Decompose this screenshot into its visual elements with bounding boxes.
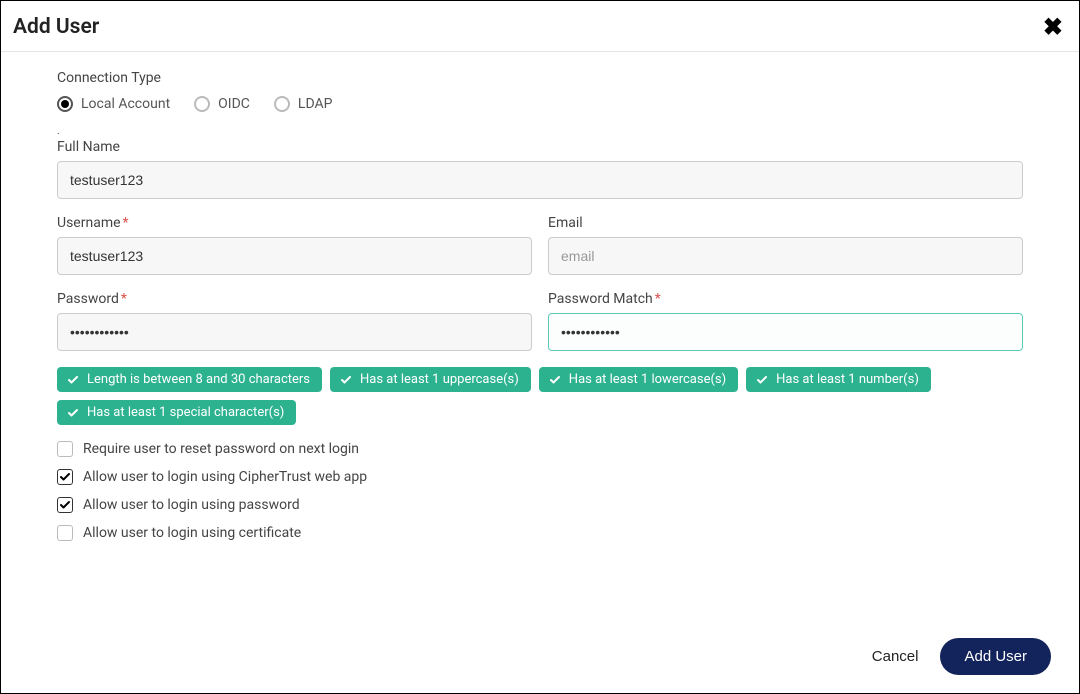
fullname-input[interactable] — [57, 161, 1023, 199]
password-match-group: Password Match* — [548, 291, 1023, 351]
fullname-group: Full Name — [57, 139, 1023, 199]
password-rule-chip: Has at least 1 special character(s) — [57, 400, 296, 425]
radio-icon — [274, 96, 290, 112]
email-input[interactable] — [548, 237, 1023, 275]
required-asterisk: * — [655, 291, 661, 307]
radio-local-account[interactable]: Local Account — [57, 96, 170, 112]
fullname-label: Full Name — [57, 139, 1023, 155]
username-input[interactable] — [57, 237, 532, 275]
check-icon — [67, 374, 79, 386]
connection-type-radios: Local Account OIDC LDAP — [57, 96, 1023, 112]
password-input[interactable] — [57, 313, 532, 351]
radio-oidc[interactable]: OIDC — [194, 96, 250, 112]
password-rule-chip: Has at least 1 number(s) — [746, 367, 931, 392]
add-user-button[interactable]: Add User — [940, 638, 1051, 675]
password-rule-chip: Length is between 8 and 30 characters — [57, 367, 322, 392]
password-match-label: Password Match* — [548, 291, 1023, 307]
password-group: Password* — [57, 291, 532, 351]
cancel-button[interactable]: Cancel — [872, 648, 919, 665]
password-match-input[interactable] — [548, 313, 1023, 351]
email-label: Email — [548, 215, 1023, 231]
radio-label: LDAP — [298, 96, 333, 112]
password-label: Password* — [57, 291, 532, 307]
required-asterisk: * — [121, 291, 127, 307]
close-icon[interactable]: ✖ — [1043, 13, 1063, 41]
username-group: Username* — [57, 215, 532, 275]
password-rules: Length is between 8 and 30 characters Ha… — [57, 367, 1023, 425]
radio-ldap[interactable]: LDAP — [274, 96, 333, 112]
radio-icon — [57, 96, 73, 112]
email-group: Email — [548, 215, 1023, 275]
checkbox-icon — [57, 469, 73, 485]
option-certificate-login[interactable]: Allow user to login using certificate — [57, 525, 1023, 541]
radio-icon — [194, 96, 210, 112]
check-icon — [340, 374, 352, 386]
option-password-login[interactable]: Allow user to login using password — [57, 497, 1023, 513]
password-rule-chip: Has at least 1 lowercase(s) — [539, 367, 738, 392]
connection-type-label: Connection Type — [57, 70, 1023, 86]
check-icon — [549, 374, 561, 386]
separator-dot: . — [57, 126, 1023, 137]
check-icon — [67, 407, 79, 419]
radio-label: OIDC — [218, 96, 250, 112]
option-webapp-login[interactable]: Allow user to login using CipherTrust we… — [57, 469, 1023, 485]
radio-label: Local Account — [81, 96, 170, 112]
checkbox-icon — [57, 441, 73, 457]
required-asterisk: * — [123, 215, 129, 231]
username-label: Username* — [57, 215, 532, 231]
dialog-title: Add User — [13, 15, 99, 39]
dialog-content: Connection Type Local Account OIDC LDAP … — [1, 52, 1079, 541]
dialog-header: Add User ✖ — [1, 1, 1079, 52]
option-reset-password[interactable]: Require user to reset password on next l… — [57, 441, 1023, 457]
checkbox-icon — [57, 525, 73, 541]
checkbox-icon — [57, 497, 73, 513]
password-rule-chip: Has at least 1 uppercase(s) — [330, 367, 531, 392]
dialog-footer: Cancel Add User — [872, 638, 1051, 675]
check-icon — [756, 374, 768, 386]
